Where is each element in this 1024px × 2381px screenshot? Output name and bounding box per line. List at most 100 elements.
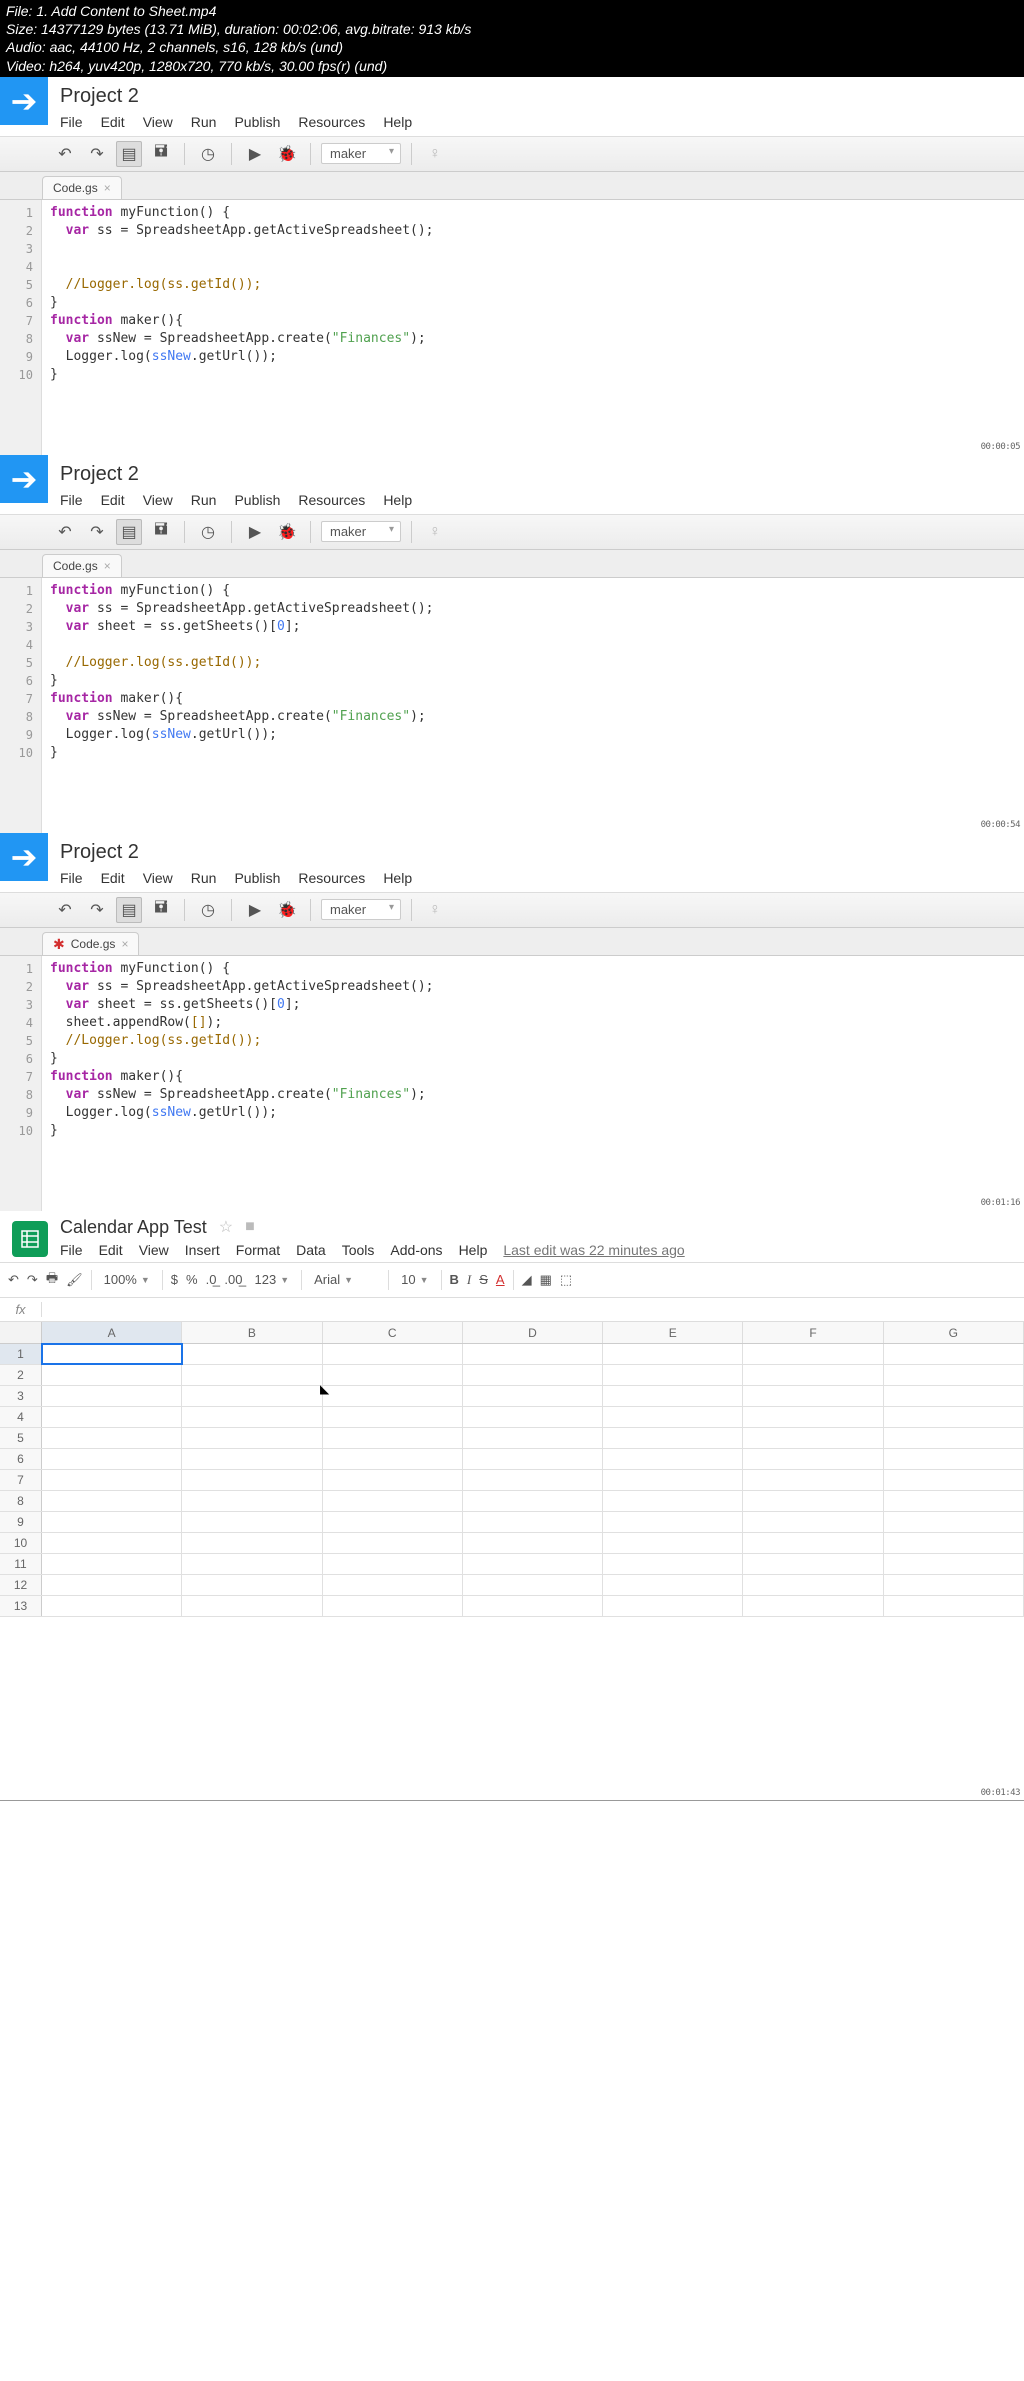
menu-run[interactable]: Run xyxy=(191,492,217,508)
close-icon[interactable]: × xyxy=(121,937,128,951)
cell[interactable] xyxy=(463,1407,603,1427)
close-icon[interactable]: × xyxy=(104,559,111,573)
menu-file[interactable]: File xyxy=(60,870,83,886)
project-title[interactable]: Project 2 xyxy=(60,459,412,488)
cell[interactable] xyxy=(884,1428,1024,1448)
currency-icon[interactable]: $ xyxy=(171,1272,178,1287)
file-tab[interactable]: Code.gs× xyxy=(42,176,122,199)
cell[interactable] xyxy=(743,1386,883,1406)
cell[interactable] xyxy=(182,1575,322,1595)
cell[interactable] xyxy=(884,1533,1024,1553)
save-icon[interactable]: 🖬 xyxy=(148,519,174,545)
cell[interactable] xyxy=(42,1512,182,1532)
fill-color-icon[interactable]: ◢ xyxy=(522,1272,532,1288)
cell[interactable] xyxy=(323,1554,463,1574)
cell[interactable] xyxy=(603,1386,743,1406)
menu-file[interactable]: File xyxy=(60,492,83,508)
row-header[interactable]: 5 xyxy=(0,1428,42,1448)
italic-icon[interactable]: I xyxy=(467,1272,471,1288)
cell[interactable] xyxy=(884,1449,1024,1469)
cell[interactable] xyxy=(603,1596,743,1616)
font-select[interactable]: Arial▼ xyxy=(310,1270,380,1289)
menu-help[interactable]: Help xyxy=(383,114,412,130)
fontsize-select[interactable]: 10▼ xyxy=(397,1270,432,1289)
print-icon[interactable]: 🖶 xyxy=(46,1269,58,1291)
cell[interactable] xyxy=(42,1344,182,1364)
cell[interactable] xyxy=(42,1575,182,1595)
cell[interactable] xyxy=(884,1575,1024,1595)
save-icon[interactable]: 🖬 xyxy=(148,897,174,923)
function-select[interactable]: maker xyxy=(321,899,401,920)
merge-icon[interactable]: ⬚ xyxy=(560,1272,572,1288)
menu-view[interactable]: View xyxy=(143,114,173,130)
clock-icon[interactable]: ◷ xyxy=(195,897,221,923)
zoom-select[interactable]: 100%▼ xyxy=(100,1270,154,1289)
menu-tools[interactable]: Tools xyxy=(342,1242,375,1258)
cell[interactable] xyxy=(463,1386,603,1406)
cell[interactable] xyxy=(463,1365,603,1385)
row-header[interactable]: 6 xyxy=(0,1449,42,1469)
bold-icon[interactable]: B xyxy=(450,1272,459,1287)
cell[interactable] xyxy=(884,1386,1024,1406)
column-header[interactable]: E xyxy=(603,1322,743,1343)
cell[interactable] xyxy=(743,1491,883,1511)
close-icon[interactable]: × xyxy=(104,181,111,195)
run-icon[interactable]: ▶ xyxy=(242,897,268,923)
menu-resources[interactable]: Resources xyxy=(298,870,365,886)
column-header[interactable]: G xyxy=(884,1322,1024,1343)
lightbulb-icon[interactable]: ♀ xyxy=(422,141,448,167)
cell[interactable] xyxy=(603,1407,743,1427)
cell[interactable] xyxy=(323,1575,463,1595)
menu-edit[interactable]: Edit xyxy=(101,492,125,508)
cell[interactable] xyxy=(323,1491,463,1511)
menu-edit[interactable]: Edit xyxy=(101,114,125,130)
cell[interactable] xyxy=(323,1386,463,1406)
row-header[interactable]: 12 xyxy=(0,1575,42,1595)
debug-icon[interactable]: 🐞 xyxy=(274,141,300,167)
cell[interactable] xyxy=(323,1365,463,1385)
sheets-logo-icon[interactable] xyxy=(12,1221,48,1257)
menu-view[interactable]: View xyxy=(139,1242,169,1258)
cell[interactable] xyxy=(42,1596,182,1616)
column-header[interactable]: C xyxy=(323,1322,463,1343)
cell[interactable] xyxy=(884,1470,1024,1490)
format-select[interactable]: 123▼ xyxy=(251,1270,294,1289)
redo-icon[interactable]: ↷ xyxy=(27,1272,38,1288)
cell[interactable] xyxy=(42,1428,182,1448)
undo-icon[interactable]: ↶ xyxy=(8,1272,19,1288)
cell[interactable] xyxy=(603,1554,743,1574)
indent-icon[interactable]: ▤ xyxy=(116,141,142,167)
menu-edit[interactable]: Edit xyxy=(101,870,125,886)
cell[interactable] xyxy=(182,1596,322,1616)
cell[interactable] xyxy=(603,1491,743,1511)
menu-data[interactable]: Data xyxy=(296,1242,326,1258)
cell[interactable] xyxy=(463,1449,603,1469)
undo-icon[interactable]: ↶ xyxy=(52,141,78,167)
percent-icon[interactable]: % xyxy=(186,1272,198,1287)
cell[interactable] xyxy=(743,1449,883,1469)
menu-file[interactable]: File xyxy=(60,114,83,130)
menu-file[interactable]: File xyxy=(60,1242,83,1258)
cell[interactable] xyxy=(884,1596,1024,1616)
cell[interactable] xyxy=(323,1344,463,1364)
increase-decimal-icon[interactable]: .00̲ xyxy=(224,1272,242,1287)
menu-publish[interactable]: Publish xyxy=(234,492,280,508)
cell[interactable] xyxy=(463,1533,603,1553)
apps-script-logo-icon[interactable]: ➔ xyxy=(0,455,48,503)
cell[interactable] xyxy=(743,1344,883,1364)
star-icon[interactable]: ☆ xyxy=(219,1217,233,1237)
column-header[interactable]: B xyxy=(182,1322,322,1343)
cell[interactable] xyxy=(743,1554,883,1574)
strike-icon[interactable]: S xyxy=(479,1272,488,1287)
row-header[interactable]: 4 xyxy=(0,1407,42,1427)
debug-icon[interactable]: 🐞 xyxy=(274,897,300,923)
cell[interactable] xyxy=(323,1512,463,1532)
menu-insert[interactable]: Insert xyxy=(185,1242,220,1258)
undo-icon[interactable]: ↶ xyxy=(52,897,78,923)
apps-script-logo-icon[interactable]: ➔ xyxy=(0,77,48,125)
redo-icon[interactable]: ↷ xyxy=(84,519,110,545)
menu-publish[interactable]: Publish xyxy=(234,114,280,130)
row-header[interactable]: 9 xyxy=(0,1512,42,1532)
doc-title[interactable]: Calendar App Test xyxy=(60,1217,207,1238)
debug-icon[interactable]: 🐞 xyxy=(274,519,300,545)
